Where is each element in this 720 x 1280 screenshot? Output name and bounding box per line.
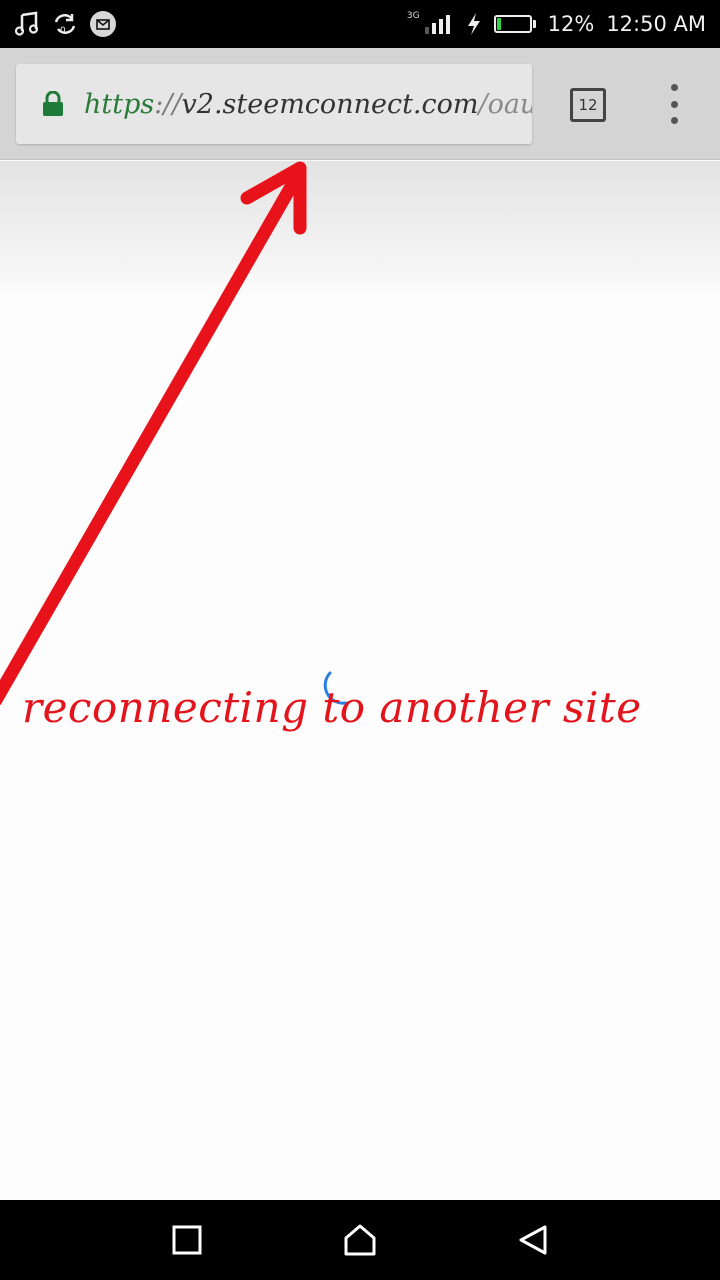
signal-icon (424, 13, 454, 35)
battery-tip (532, 20, 536, 28)
annotation-text: reconnecting to another site (22, 683, 642, 732)
network-type-label: 3G (406, 11, 420, 21)
battery-level (496, 18, 501, 30)
home-button[interactable] (330, 1210, 390, 1270)
home-icon (344, 1224, 376, 1256)
overflow-menu-button[interactable] (660, 84, 688, 124)
url-path: /oau (478, 88, 532, 120)
menu-dot (670, 117, 678, 124)
square-icon (172, 1225, 202, 1255)
url-text[interactable]: https://v2.steemconnect.com/oau (84, 89, 532, 120)
clock: 12:50 AM (606, 12, 706, 36)
music-icon (14, 11, 40, 37)
mail-icon (90, 11, 116, 37)
browser-toolbar: https://v2.steemconnect.com/oau 12 (0, 48, 720, 160)
back-button[interactable] (503, 1210, 563, 1270)
url-separator: :// (154, 88, 182, 120)
svg-text:0: 0 (60, 26, 66, 36)
battery-body (493, 15, 532, 33)
url-scheme: https (84, 88, 155, 120)
page-content: reconnecting to another site (0, 161, 720, 1200)
back-triangle-icon (519, 1225, 547, 1255)
status-bar: 0 3G 12% 12:50 AM (0, 0, 720, 48)
menu-dot (670, 100, 678, 108)
status-left-group: 0 (14, 11, 116, 37)
system-nav-bar (0, 1200, 720, 1280)
address-bar[interactable]: https://v2.steemconnect.com/oau (16, 64, 532, 144)
status-right-group: 3G 12% 12:50 AM (406, 11, 706, 36)
charging-icon (466, 12, 482, 36)
recents-button[interactable] (157, 1210, 217, 1270)
url-host: v2.steemconnect.com (181, 88, 479, 120)
tab-switcher-button[interactable]: 12 (570, 88, 606, 122)
battery-icon (493, 15, 536, 33)
sync-icon: 0 (52, 11, 78, 37)
battery-percent: 12% (547, 12, 595, 36)
lock-icon[interactable] (42, 91, 64, 117)
menu-dot (670, 84, 678, 91)
